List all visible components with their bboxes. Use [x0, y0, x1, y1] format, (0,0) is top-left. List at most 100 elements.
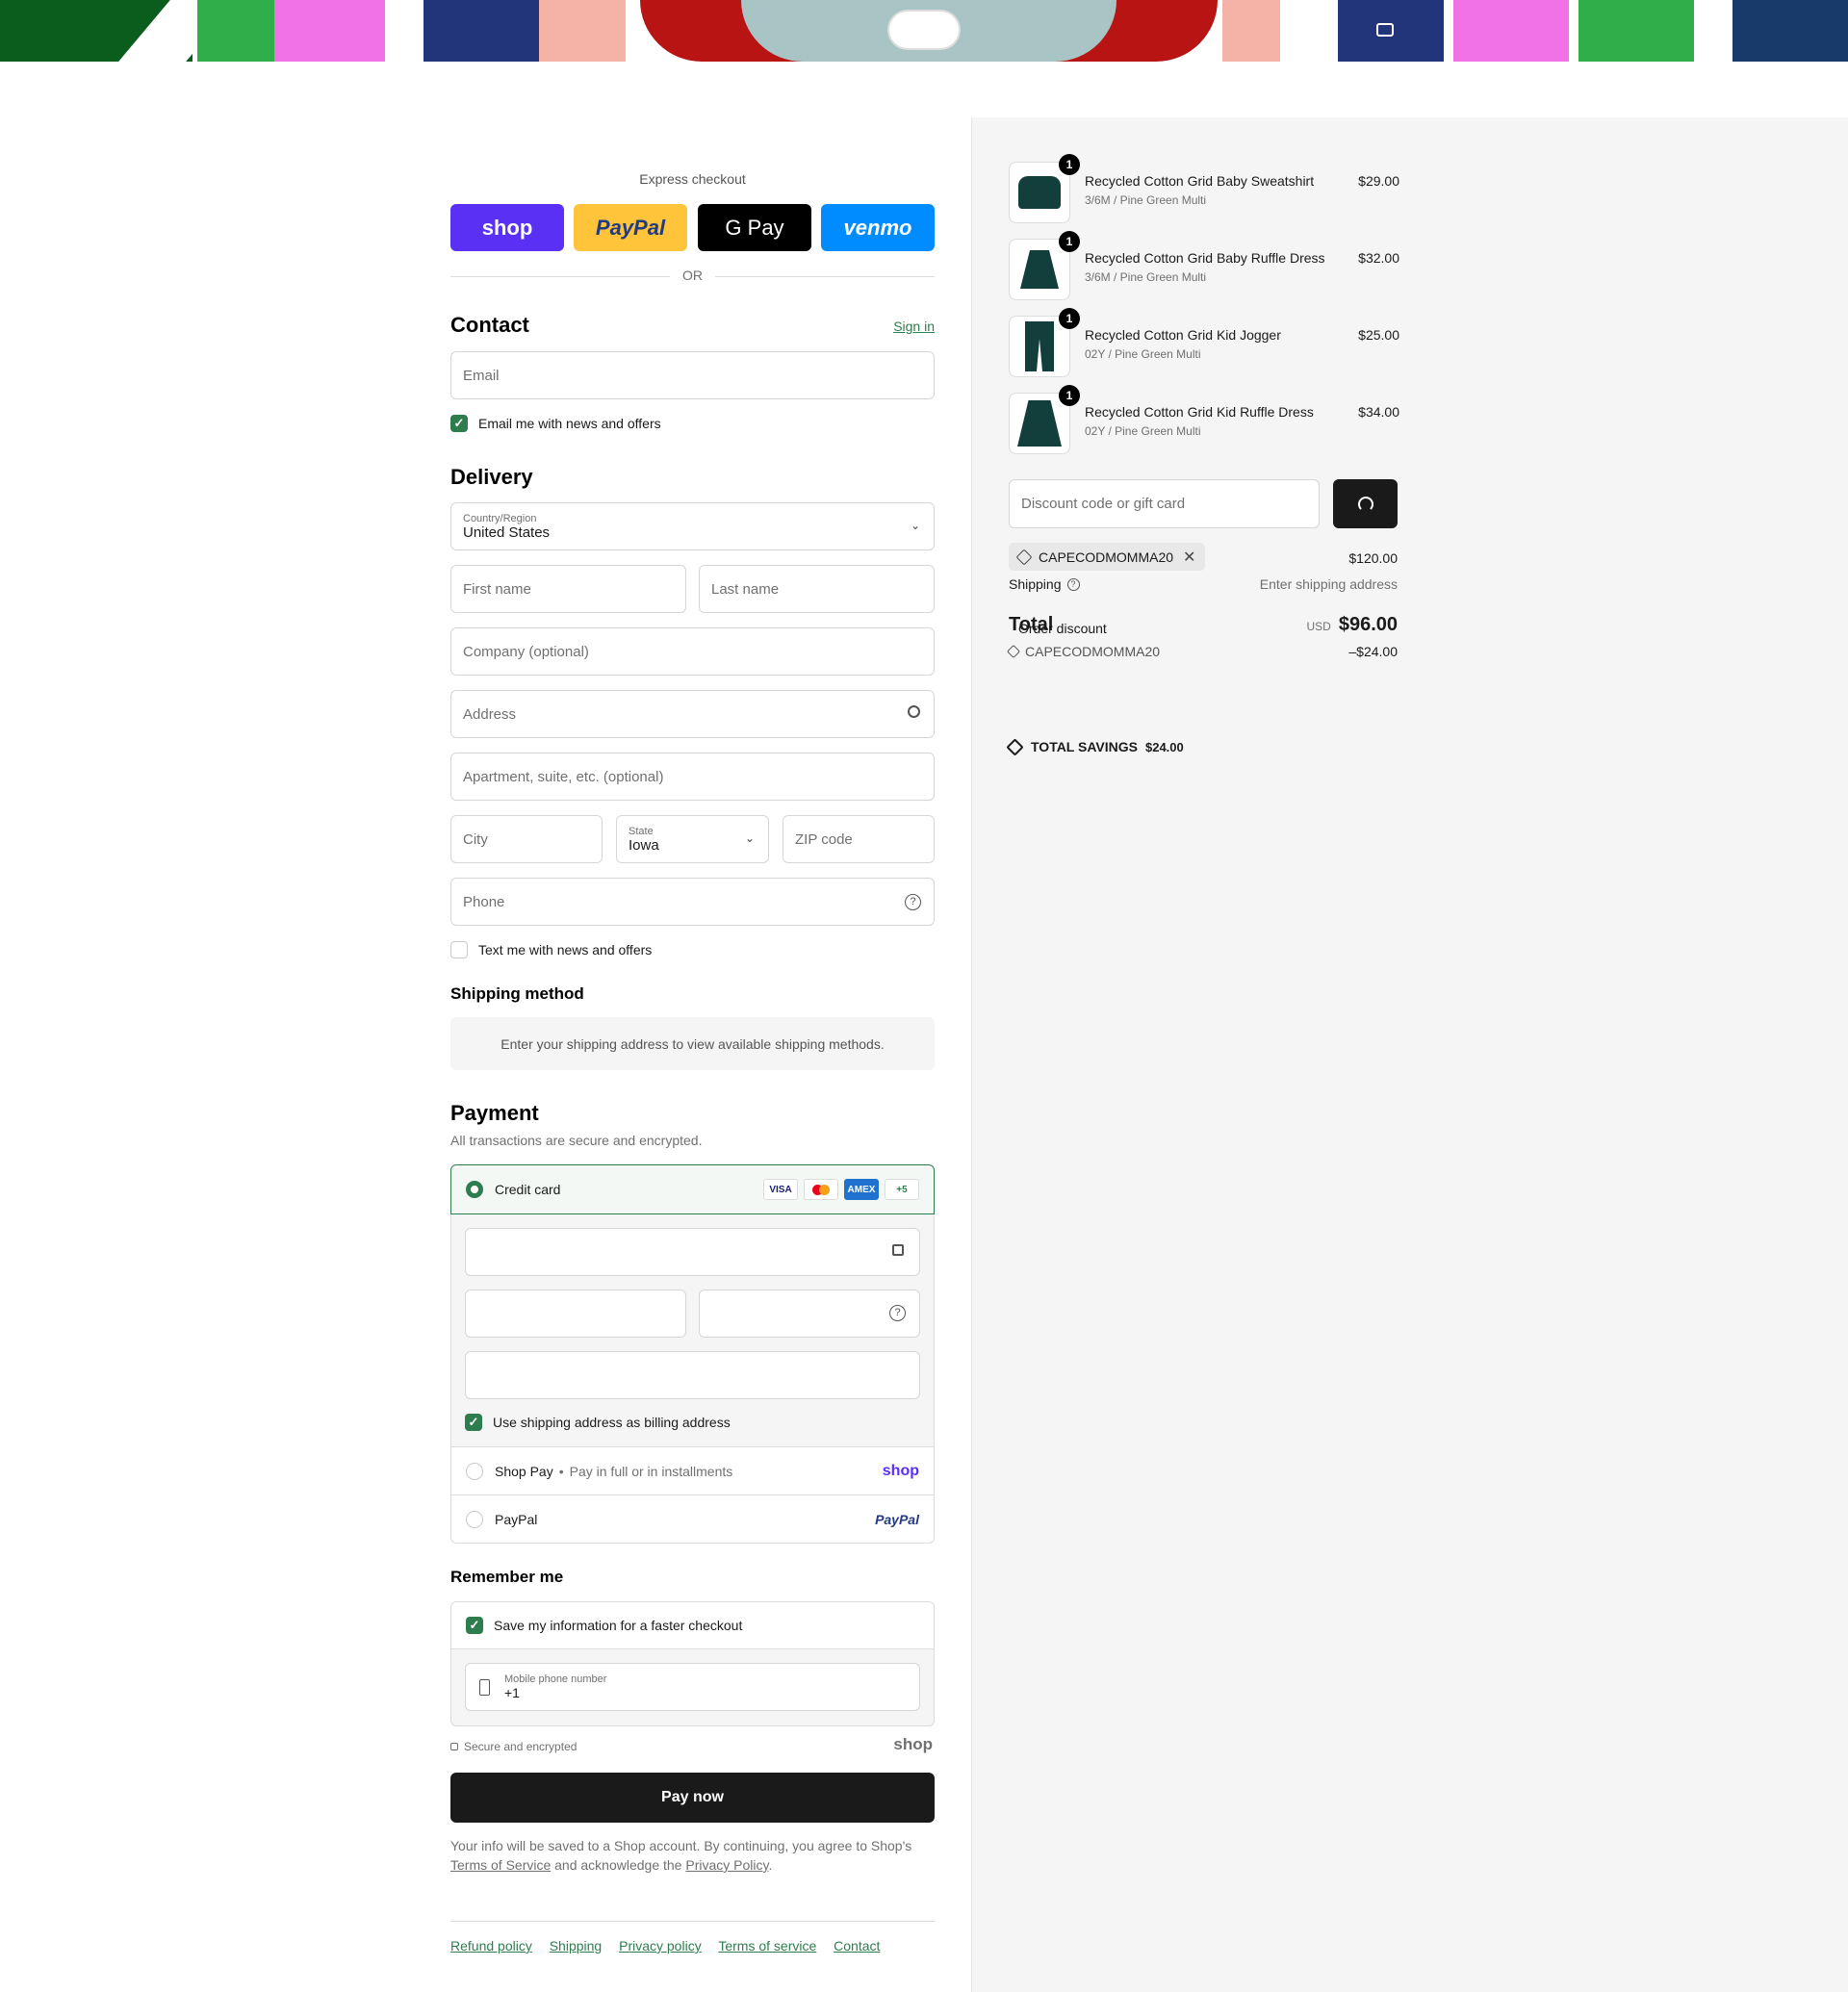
last-name-field[interactable]: Last name	[699, 565, 935, 613]
security-code-field[interactable]: ?	[699, 1290, 920, 1338]
amex-icon: AMEX	[844, 1179, 879, 1200]
radio-selected-icon[interactable]	[466, 1181, 483, 1198]
country-label: Country/Region	[463, 512, 537, 524]
currency-label: USD	[1306, 620, 1331, 633]
header-banner	[0, 0, 1848, 62]
cart-item: 1 Recycled Cotton Grid Kid Jogger 02Y / …	[1009, 308, 1399, 379]
item-variant: 3/6M / Pine Green Multi	[1085, 193, 1207, 207]
phone-field[interactable]: Phone ?	[450, 878, 935, 926]
cart-item: 1 Recycled Cotton Grid Baby Sweatshirt 3…	[1009, 154, 1399, 225]
visa-icon: VISA	[763, 1179, 798, 1200]
mastercard-icon	[804, 1179, 838, 1200]
billing-address-label: Use shipping address as billing address	[493, 1415, 731, 1430]
cart-icon[interactable]	[1376, 23, 1394, 37]
legal-text-part: Your info will be saved to a Shop accoun…	[450, 1838, 912, 1853]
shop-logo: shop	[893, 1735, 933, 1753]
terms-of-service-footer-link[interactable]: Terms of service	[718, 1938, 816, 1954]
privacy-policy-link[interactable]: Privacy Policy	[685, 1857, 768, 1873]
sign-in-link[interactable]: Sign in	[893, 319, 935, 334]
expiration-field[interactable]	[465, 1290, 686, 1338]
mobile-phone-field[interactable]: Mobile phone number +1	[465, 1663, 920, 1711]
address-field[interactable]: Address	[450, 690, 935, 738]
search-icon	[908, 705, 920, 718]
radio-unselected-icon[interactable]	[466, 1510, 483, 1528]
shop-pay-option[interactable]: Shop Pay • Pay in full or in installment…	[450, 1447, 935, 1495]
lock-icon	[450, 1743, 458, 1750]
chevron-down-icon: ⌄	[910, 519, 920, 532]
contact-link[interactable]: Contact	[834, 1938, 880, 1954]
last-name-placeholder: Last name	[711, 580, 780, 598]
radio-unselected-icon[interactable]	[466, 1462, 483, 1480]
delivery-heading: Delivery	[450, 465, 533, 489]
shipping-link[interactable]: Shipping	[550, 1938, 603, 1954]
name-on-card-field[interactable]	[465, 1351, 920, 1399]
help-icon[interactable]: ?	[905, 894, 921, 910]
mobile-phone-value: +1	[504, 1685, 520, 1700]
item-variant: 02Y / Pine Green Multi	[1085, 424, 1201, 438]
banner-stripe	[424, 0, 539, 62]
save-info-option[interactable]: ✓ Save my information for a faster check…	[450, 1601, 935, 1649]
zip-field[interactable]: ZIP code	[783, 815, 935, 863]
state-select[interactable]: State Iowa ⌄	[616, 815, 769, 863]
quantity-badge: 1	[1059, 385, 1080, 406]
apartment-placeholder: Apartment, suite, etc. (optional)	[463, 768, 664, 785]
apply-discount-button[interactable]	[1333, 479, 1398, 528]
banner-stripe	[1222, 0, 1280, 62]
item-name: Recycled Cotton Grid Kid Ruffle Dress	[1085, 404, 1314, 420]
total-value: $96.00	[1338, 614, 1398, 635]
shipping-value: Enter shipping address	[1259, 576, 1398, 592]
cart-item: 1 Recycled Cotton Grid Kid Ruffle Dress …	[1009, 385, 1399, 456]
company-field[interactable]: Company (optional)	[450, 627, 935, 676]
banner-stripe	[539, 0, 626, 62]
shop-pay-express-button[interactable]: shop	[450, 204, 564, 251]
checkbox-checked-icon[interactable]: ✓	[465, 1414, 482, 1431]
discount-code-field[interactable]: Discount code or gift card	[1009, 479, 1320, 528]
venmo-express-button[interactable]: venmo	[821, 204, 935, 251]
help-icon[interactable]: ?	[889, 1305, 906, 1321]
checkbox-checked-icon[interactable]: ✓	[450, 415, 468, 432]
email-placeholder: Email	[463, 367, 500, 384]
country-select[interactable]: Country/Region United States ⌄	[450, 502, 935, 550]
subtotal-value: $120.00	[1348, 550, 1398, 566]
text-news-option[interactable]: Text me with news and offers	[450, 941, 652, 958]
city-placeholder: City	[463, 830, 488, 848]
privacy-policy-footer-link[interactable]: Privacy policy	[619, 1938, 702, 1954]
pay-now-button[interactable]: Pay now	[450, 1773, 935, 1823]
help-icon[interactable]: ?	[1066, 577, 1080, 591]
billing-address-option[interactable]: ✓ Use shipping address as billing addres…	[465, 1414, 731, 1431]
refund-policy-link[interactable]: Refund policy	[450, 1938, 532, 1954]
payment-subtitle: All transactions are secure and encrypte…	[450, 1133, 703, 1148]
terms-of-service-link[interactable]: Terms of Service	[450, 1857, 551, 1873]
quantity-badge: 1	[1059, 154, 1080, 175]
remove-discount-icon[interactable]: ✕	[1183, 548, 1195, 567]
item-variant: 3/6M / Pine Green Multi	[1085, 270, 1207, 284]
item-price: $32.00	[1358, 250, 1399, 266]
company-placeholder: Company (optional)	[463, 643, 589, 660]
store-logo[interactable]	[887, 10, 961, 50]
lock-icon	[892, 1244, 904, 1256]
apartment-field[interactable]: Apartment, suite, etc. (optional)	[450, 753, 935, 801]
google-pay-express-button[interactable]: G Pay	[698, 204, 811, 251]
checkbox-unchecked-icon[interactable]	[450, 941, 468, 958]
shipping-row: Shipping ?	[1009, 576, 1080, 592]
or-separator: OR	[682, 268, 703, 283]
express-checkout-title: Express checkout	[639, 171, 746, 187]
savings-value: $24.00	[1144, 739, 1184, 754]
tag-icon	[1015, 549, 1033, 565]
city-field[interactable]: City	[450, 815, 603, 863]
checkbox-checked-icon[interactable]: ✓	[466, 1617, 483, 1634]
email-news-option[interactable]: ✓ Email me with news and offers	[450, 415, 661, 432]
card-number-field[interactable]	[465, 1228, 920, 1276]
email-field[interactable]: Email	[450, 351, 935, 399]
banner-stripe	[1732, 0, 1848, 62]
total-savings: TOTAL SAVINGS $24.00	[1006, 737, 1184, 756]
first-name-field[interactable]: First name	[450, 565, 686, 613]
credit-card-option[interactable]: Credit card VISA AMEX +5	[450, 1164, 935, 1214]
total-row: USD $96.00	[1306, 614, 1398, 636]
item-name: Recycled Cotton Grid Baby Ruffle Dress	[1085, 250, 1325, 266]
paypal-option[interactable]: PayPal PayPal	[450, 1495, 935, 1544]
shipping-method-message: Enter your shipping address to view avai…	[450, 1017, 935, 1070]
save-info-label: Save my information for a faster checkou…	[494, 1618, 743, 1633]
paypal-express-button[interactable]: PayPal	[574, 204, 687, 251]
banner-stripe	[197, 0, 274, 62]
